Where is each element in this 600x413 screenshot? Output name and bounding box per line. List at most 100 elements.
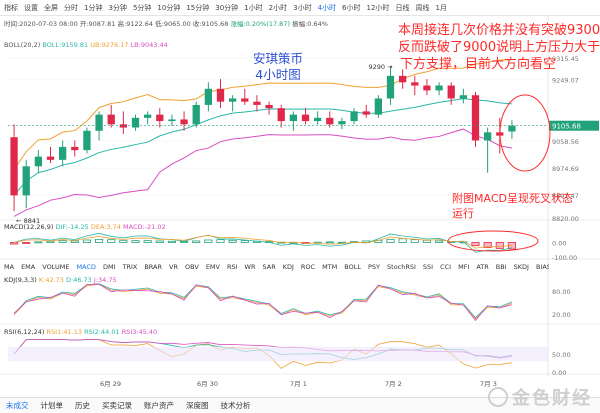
indicator-tab-skdj[interactable]: SKDJ <box>514 263 529 271</box>
indicator-tab-obv[interactable]: OBV <box>185 263 199 271</box>
annotation-title-line1: 安琪策币 <box>253 51 304 66</box>
watermark-text: 金色财经 <box>512 388 592 409</box>
rsi-tick-0: 50.00 <box>552 351 571 359</box>
candle-body-39 <box>484 132 492 141</box>
bottom-tab-3[interactable]: 买卖记录 <box>102 400 132 411</box>
macd-dea: DEA:3.74 <box>90 223 121 231</box>
rsi-tick-1: 0.00 <box>552 369 566 377</box>
annotation-main-line2: 反而跌破了9000说明上方压力大于 <box>398 40 600 55</box>
candle-body-15 <box>192 104 200 125</box>
kdj-line-1 <box>13 283 513 319</box>
indicator-tab-sar[interactable]: SAR <box>263 263 276 271</box>
indicator-tab-mtm[interactable]: MTM <box>322 263 337 271</box>
candle-body-14 <box>180 119 188 125</box>
candle-body-0 <box>10 137 18 196</box>
macd-bar-11 <box>143 240 152 243</box>
indicator-tab-macd[interactable]: MACD <box>76 263 95 271</box>
macd-bar-19 <box>240 240 249 243</box>
indicator-tab-volume[interactable]: VOLUME <box>42 263 69 271</box>
annotation-main-line1: 本周接连几次价格并没有突破9300 <box>398 23 600 38</box>
annotation-macd-line1: 附图MACD呈现死叉状态 <box>452 192 573 205</box>
rsi-1: RSI1:41.13 <box>46 328 83 336</box>
indicator-tab-roc[interactable]: ROC <box>301 263 315 271</box>
candle-body-5 <box>71 146 79 151</box>
macd-bar-2 <box>34 241 43 244</box>
indicator-tab-ma[interactable]: MA <box>4 263 14 271</box>
candle-body-25 <box>314 117 322 122</box>
bottom-tab-4[interactable]: 账户资产 <box>144 400 174 411</box>
candle-body-26 <box>326 117 334 125</box>
indicator-tab-bias[interactable]: BIAS <box>536 263 549 271</box>
indicator-tab-psy[interactable]: PSY <box>368 263 380 271</box>
watermark-logo-icon <box>488 387 508 407</box>
indicator-tab-brar[interactable]: BRAR <box>144 263 162 271</box>
indicator-tab-ema[interactable]: EMA <box>21 263 35 271</box>
kdj-legend: KDJ(9,3,3) K:42.73 D:46.73 J:34.75 <box>4 276 117 284</box>
kdj-j: J:34.75 <box>93 276 117 284</box>
indicator-tab-atr[interactable]: ATR <box>476 263 488 271</box>
annotation-title-line2: 4小时图 <box>255 67 301 82</box>
kdj-d: D:46.73 <box>66 276 92 284</box>
annotation-main-line3: 下方支撑，目前大方向看空 <box>400 57 557 72</box>
indicator-tab-boll[interactable]: BOLL <box>344 263 361 271</box>
bottom-tab-5[interactable]: 深度图 <box>186 400 209 411</box>
macd-bar-8 <box>107 239 116 243</box>
rsi-2: RSI2:44.01 <box>84 328 120 336</box>
annotation-main: 本周接连几次价格并没有突破9300 反而跌破了9000说明上方压力大于 下方支撑… <box>398 22 600 73</box>
indicator-tab-ssi[interactable]: SSI <box>423 263 433 271</box>
macd-bar-10 <box>131 240 140 243</box>
indicator-tab-mfi[interactable]: MFI <box>458 263 469 271</box>
bottom-tab-0[interactable]: 未成交 <box>6 400 29 411</box>
kdj-name: KDJ(9,3,3) <box>4 276 37 284</box>
indicator-tab-bbi[interactable]: BBI <box>496 263 507 271</box>
candle-body-6 <box>83 130 91 151</box>
annotation-macd: 附图MACD呈现死叉状态 运行 <box>452 191 573 221</box>
kdj-tick-1: 20.00 <box>552 311 571 319</box>
candle-body-10 <box>131 117 140 128</box>
bottom-tab-1[interactable]: 计划单 <box>41 400 64 411</box>
indicator-tab-emv[interactable]: EMV <box>206 263 220 271</box>
rsi-name: RSI(6,12,24) <box>4 328 45 336</box>
indicator-tab-dmi[interactable]: DMI <box>103 263 116 271</box>
indicator-tab-wr[interactable]: WR <box>245 263 256 271</box>
bottom-tab-2[interactable]: 历史 <box>75 400 90 411</box>
date-label-1: 6月 30 <box>197 380 218 388</box>
macd-bar-40 <box>495 242 504 249</box>
annotation-circle-price <box>499 94 551 172</box>
candle-body-7 <box>95 114 103 131</box>
indicator-tab-kdj[interactable]: KDJ <box>283 263 294 271</box>
indicator-tab-stochrsi[interactable]: StochRSI <box>387 263 416 271</box>
price-tick-3: 9058.56 <box>552 138 579 146</box>
indicator-tab-rsi[interactable]: RSI <box>227 263 238 271</box>
macd-bar-17 <box>216 239 225 243</box>
macd-bar-35 <box>435 240 444 243</box>
rsi-band <box>8 346 548 362</box>
indicator-tab-trix[interactable]: TRIX <box>122 263 137 271</box>
candle-body-35 <box>435 85 443 91</box>
kdj-line-0 <box>13 283 513 320</box>
indicator-tab-vr[interactable]: VR <box>169 263 178 271</box>
macd-bar-38 <box>471 242 480 247</box>
candle-body-36 <box>447 85 455 99</box>
indicator-tab-cci[interactable]: CCI <box>440 263 451 271</box>
rsi-3: RSI3:45.40 <box>121 328 158 336</box>
price-tick-4: 8974.69 <box>552 165 579 173</box>
chart-app: 指标 设置 全屏 分时 1分钟 3分钟 5分钟 10分钟 15分钟 30分钟 1小时 2小时 3小时 4小… <box>0 0 600 413</box>
date-label-3: 7月 2 <box>385 380 402 388</box>
indicator-tabs: MA EMA VOLUME MACD DMI TRIX BRAR VR OBV EMV RSI WR S… <box>4 263 549 271</box>
macd-bar-0 <box>10 242 19 245</box>
macd-bar-32 <box>398 238 407 243</box>
candle-body-19 <box>241 98 249 102</box>
watermark: 金色财经 <box>488 384 592 410</box>
bottom-tab-6[interactable]: 技术分析 <box>221 400 251 411</box>
macd-bar-7 <box>95 238 104 243</box>
macd-zero-tick: 0.00 <box>552 240 566 248</box>
candle-body-30 <box>374 98 382 115</box>
candle-body-27 <box>338 121 346 125</box>
candle-body-37 <box>459 95 467 99</box>
current-price-label: 9105.68 <box>552 123 581 131</box>
kdj-tick-0: 80.00 <box>552 288 571 296</box>
macd-bar-4 <box>58 240 67 243</box>
annotation-title: 安琪策币 4小时图 <box>253 51 303 83</box>
macd-name: MACD(12,26,9) <box>4 223 54 231</box>
